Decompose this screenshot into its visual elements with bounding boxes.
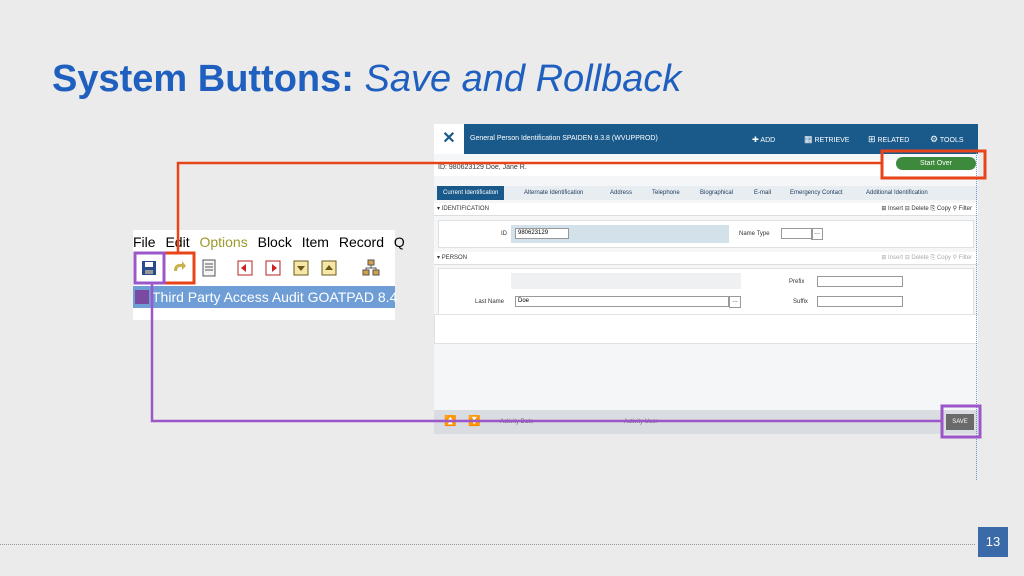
callout-overlay	[133, 149, 987, 439]
page-number: 13	[978, 527, 1008, 557]
rollback-callout	[162, 149, 987, 285]
footer-divider	[0, 544, 975, 545]
save-callout	[133, 251, 982, 439]
